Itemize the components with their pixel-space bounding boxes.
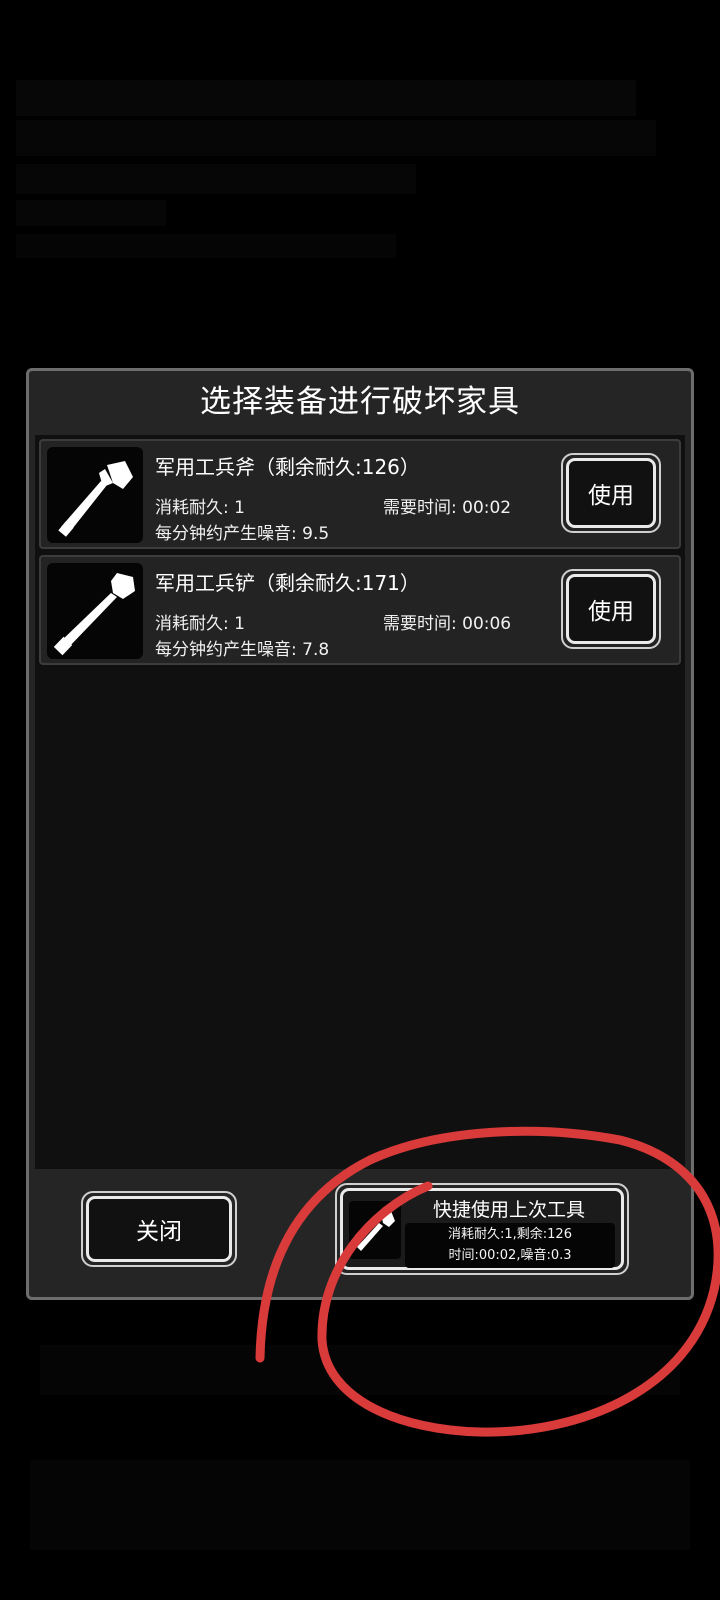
use-button-label: 使用 <box>566 458 656 528</box>
dialog-title: 选择装备进行破坏家具 <box>200 384 520 420</box>
close-button[interactable]: 关闭 <box>81 1191 237 1267</box>
axe-icon <box>47 447 143 543</box>
shovel-icon <box>47 563 143 659</box>
tool-name: 军用工兵斧（剩余耐久:126） <box>155 455 420 479</box>
tool-noise: 每分钟约产生噪音: 9.5 <box>155 524 330 544</box>
use-button-label: 使用 <box>566 574 656 644</box>
tool-required-time: 需要时间: 00:02 <box>383 498 512 518</box>
quick-use-line1: 消耗耐久:1,剩余:126 <box>448 1227 572 1242</box>
tool-row-shovel: 军用工兵铲（剩余耐久:171） 消耗耐久: 1 需要时间: 00:06 每分钟约… <box>39 555 681 665</box>
tool-list[interactable]: 军用工兵斧（剩余耐久:126） 消耗耐久: 1 需要时间: 00:02 每分钟约… <box>35 435 685 1169</box>
quick-use-inner: 快捷使用上次工具 消耗耐久:1,剩余:126 时间:00:02,噪音:0.3 <box>340 1188 624 1270</box>
tool-row-axe: 军用工兵斧（剩余耐久:126） 消耗耐久: 1 需要时间: 00:02 每分钟约… <box>39 439 681 549</box>
axe-icon <box>349 1201 401 1259</box>
tool-name: 军用工兵铲（剩余耐久:171） <box>155 571 420 595</box>
quick-use-last-tool-button[interactable]: 快捷使用上次工具 消耗耐久:1,剩余:126 时间:00:02,噪音:0.3 <box>335 1183 629 1275</box>
break-furniture-dialog: 选择装备进行破坏家具 军用工兵斧（剩余耐久:126） 消耗耐久: 1 需要时间:… <box>26 368 694 1300</box>
use-button-shovel[interactable]: 使用 <box>561 569 661 649</box>
tool-durability-cost: 消耗耐久: 1 <box>155 498 245 518</box>
close-button-label: 关闭 <box>86 1196 232 1262</box>
tool-required-time: 需要时间: 00:06 <box>383 614 512 634</box>
use-button-axe[interactable]: 使用 <box>561 453 661 533</box>
quick-use-title: 快捷使用上次工具 <box>433 1199 586 1221</box>
tool-durability-cost: 消耗耐久: 1 <box>155 614 245 634</box>
quick-use-line2: 时间:00:02,噪音:0.3 <box>448 1248 572 1263</box>
tool-noise: 每分钟约产生噪音: 7.8 <box>155 640 330 660</box>
quick-use-info: 消耗耐久:1,剩余:126 时间:00:02,噪音:0.3 <box>405 1223 615 1268</box>
